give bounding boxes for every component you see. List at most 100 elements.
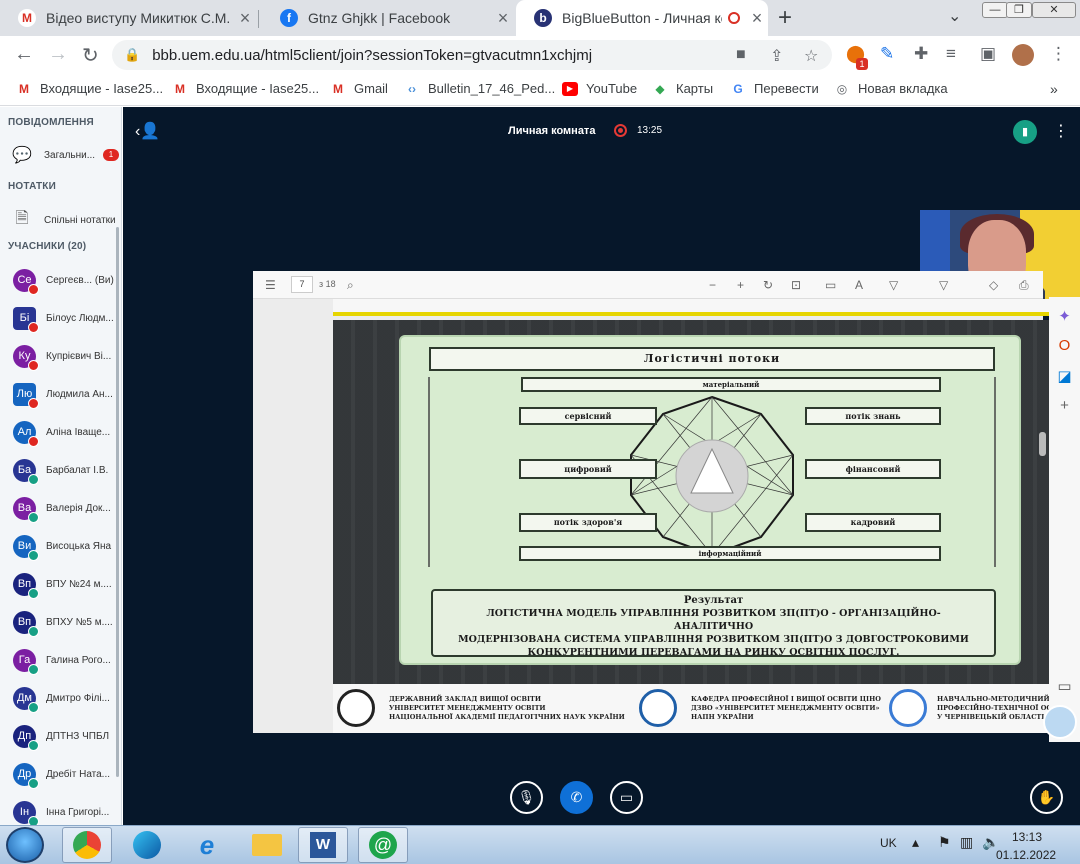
draw-icon[interactable]: ▽	[939, 278, 948, 292]
user-list-item[interactable]: Ва Валерія Док...	[13, 495, 121, 523]
user-list-item[interactable]: Ал Аліна Іваще...	[13, 419, 121, 447]
page-view-icon[interactable]: ▭	[825, 278, 836, 292]
user-list-item[interactable]: Вп ВПХУ №5 м....	[13, 609, 121, 637]
media-icon[interactable]: ≡	[946, 44, 956, 64]
clock-date[interactable]: 01.12.2022	[996, 848, 1056, 862]
avatar: Вп	[13, 572, 39, 599]
bookmarks-more[interactable]: »	[1050, 81, 1058, 97]
bookmark-item[interactable]: ◎ Новая вкладка	[834, 81, 948, 96]
reload-icon[interactable]: ↻	[82, 43, 99, 68]
phone-icon[interactable]: ✆	[560, 781, 593, 814]
bookmark-item[interactable]: G Перевести	[730, 81, 818, 96]
user-list-item[interactable]: Га Галина Рого...	[13, 647, 121, 675]
side-panel-icon[interactable]: ▣	[980, 44, 996, 64]
close-icon[interactable]: ×	[746, 8, 768, 29]
fit-icon[interactable]: ⊡	[791, 278, 801, 292]
raise-hand-icon[interactable]: ✋	[1030, 781, 1063, 814]
taskbar-ie[interactable]: e	[182, 827, 232, 863]
shared-notes-item[interactable]: 🗎 Спільні нотатки	[12, 207, 116, 234]
bookmark-item[interactable]: ◆ Карты	[652, 81, 713, 96]
page-number-input[interactable]: 7	[291, 276, 313, 293]
url-text[interactable]: bbb.uem.edu.ua/html5client/join?sessionT…	[152, 47, 592, 64]
user-list-item[interactable]: Дп ДПТНЗ ЧПБЛ	[13, 723, 121, 751]
user-list-toggle-icon[interactable]: ‹👤	[135, 121, 160, 141]
bookmark-star-icon[interactable]: ☆	[804, 46, 818, 66]
tab-bigbluebutton[interactable]: b BigBlueButton - Личная ком ×	[516, 0, 768, 36]
zoom-in-icon[interactable]: +	[737, 278, 744, 292]
globe-icon[interactable]	[1043, 705, 1077, 739]
bookmark-item[interactable]: ▶ YouTube	[562, 81, 637, 96]
sidebar-toggle-icon[interactable]: ☰	[265, 278, 276, 292]
user-list-item[interactable]: Ку Купрієвич Ві...	[13, 343, 121, 371]
network-icon[interactable]: ▥	[960, 834, 973, 851]
taskbar-explorer[interactable]	[242, 827, 292, 863]
office-icon[interactable]: O	[1056, 337, 1073, 354]
sparkle-icon[interactable]: ✦	[1056, 307, 1073, 325]
bookmark-item[interactable]: M Gmail	[330, 81, 388, 96]
close-window-button[interactable]: ✕	[1032, 2, 1076, 18]
highlight-icon[interactable]: ▽	[889, 278, 898, 292]
share-icon[interactable]: ⇪	[770, 46, 783, 66]
user-list-item[interactable]: Дм Дмитро Філі...	[13, 685, 121, 713]
recording-icon[interactable]	[614, 124, 627, 137]
add-icon[interactable]: +	[1056, 397, 1073, 414]
internet-explorer-icon: e	[199, 829, 215, 860]
user-list-item[interactable]: Ба Барбалат І.В.	[13, 457, 121, 485]
user-list-item[interactable]: Се Сергеєв... (Ви)	[13, 267, 121, 295]
taskbar-mail[interactable]: @	[358, 827, 408, 863]
lock-icon[interactable]: 🔒	[124, 47, 140, 63]
user-list-item[interactable]: Лю Людмила Ан...	[13, 381, 121, 409]
pen-icon[interactable]: ✎	[880, 44, 894, 64]
taskbar-chrome[interactable]	[62, 827, 112, 863]
user-name: ВПУ №24 м....	[46, 578, 112, 590]
sidebar-scrollbar[interactable]	[116, 227, 119, 777]
options-menu-icon[interactable]: ⋮	[1053, 121, 1069, 141]
outlook-icon[interactable]: ◪	[1056, 367, 1073, 385]
presentation-scrollbar[interactable]	[1039, 432, 1046, 456]
language-indicator[interactable]: UK	[880, 836, 897, 850]
user-list-item[interactable]: Вп ВПУ №24 м....	[13, 571, 121, 599]
forward-icon[interactable]: →	[48, 43, 68, 66]
presentation-area[interactable]: Логістичні потоки матеріальний сервісний…	[253, 299, 1080, 733]
back-icon[interactable]: ←	[14, 43, 34, 66]
taskbar-edge[interactable]	[122, 827, 172, 863]
user-list-item[interactable]: Др Дребіт Ната...	[13, 761, 121, 789]
camera-icon[interactable]: ■	[736, 46, 746, 64]
close-icon[interactable]: ×	[234, 8, 256, 29]
new-tab-button[interactable]: +	[778, 4, 792, 32]
flag-icon[interactable]: ⚑	[938, 834, 951, 851]
chevron-down-icon[interactable]: ⌄	[948, 6, 961, 26]
rotate-icon[interactable]: ↻	[763, 278, 773, 292]
clock-time[interactable]: 13:13	[1012, 830, 1042, 844]
user-list-item[interactable]: Бі Білоус Людм...	[13, 305, 121, 333]
user-list-item[interactable]: Ін Інна Григорі...	[13, 799, 121, 825]
slide: Логістичні потоки матеріальний сервісний…	[333, 320, 1080, 684]
address-bar[interactable]: 🔒 bbb.uem.edu.ua/html5client/join?sessio…	[112, 40, 832, 70]
maximize-button[interactable]: ❐	[1006, 2, 1032, 18]
mute-microphone-icon[interactable]: 🎙	[510, 781, 543, 814]
bookmark-item[interactable]: ‹› Bulletin_17_46_Ped...	[404, 81, 555, 96]
minimize-button[interactable]: —	[982, 2, 1008, 18]
screen-icon[interactable]: ▭	[1056, 677, 1073, 695]
profile-avatar[interactable]	[1012, 44, 1034, 66]
bookmark-item[interactable]: M Входящие - Iase25...	[172, 81, 319, 96]
menu-icon[interactable]: ⋮	[1050, 44, 1067, 64]
print-icon[interactable]: ⎙	[1019, 278, 1029, 293]
chevron-up-icon[interactable]: ▴	[912, 834, 919, 851]
public-chat-item[interactable]: 💬 Загальни...	[12, 145, 95, 165]
eraser-icon[interactable]: ◇	[989, 278, 998, 292]
tab-facebook[interactable]: f Gtnz Ghjkk | Facebook ×	[262, 0, 514, 36]
start-button[interactable]	[6, 827, 44, 863]
tab-video[interactable]: M Відео виступу Микитюк С.М. на ×	[0, 0, 256, 36]
search-icon[interactable]: ⌕	[347, 278, 354, 293]
avatar: Ал	[13, 420, 39, 447]
close-icon[interactable]: ×	[492, 8, 514, 29]
text-icon[interactable]: A	[855, 278, 863, 292]
camera-off-icon[interactable]: ▭	[610, 781, 643, 814]
connection-status-icon[interactable]: ▮	[1013, 120, 1037, 144]
puzzle-icon[interactable]: ✚	[914, 44, 928, 64]
user-list-item[interactable]: Ви Висоцька Яна	[13, 533, 121, 561]
bookmark-item[interactable]: M Входящие - Iase25...	[16, 81, 163, 96]
taskbar-word[interactable]: W	[298, 827, 348, 863]
zoom-out-icon[interactable]: −	[709, 278, 716, 292]
